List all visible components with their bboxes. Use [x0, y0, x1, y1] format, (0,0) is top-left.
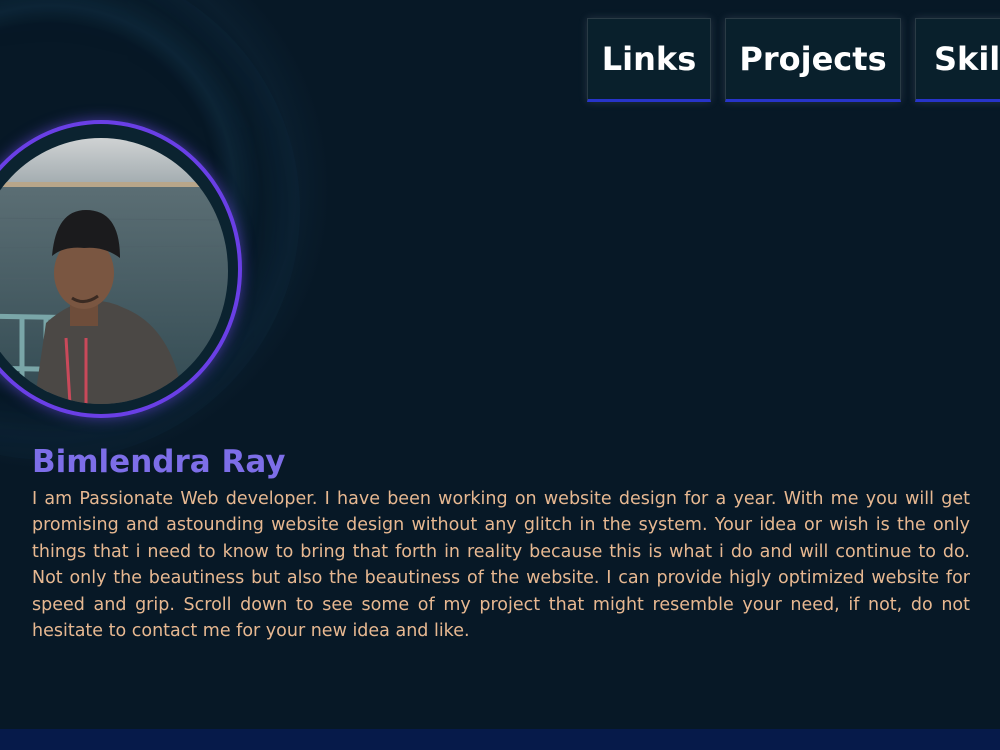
nav-links-button[interactable]: Links — [587, 18, 711, 102]
nav-skills-button[interactable]: Skills — [915, 18, 1000, 102]
nav-projects-button[interactable]: Projects — [725, 18, 901, 102]
profile-photo — [0, 138, 228, 404]
bottom-bar — [0, 729, 1000, 750]
page: Links Projects Skills — [0, 0, 1000, 750]
profile-bio: I am Passionate Web developer. I have be… — [32, 489, 970, 642]
profile-name: Bimlendra Ray — [32, 444, 286, 480]
top-nav: Links Projects Skills — [587, 18, 1000, 102]
